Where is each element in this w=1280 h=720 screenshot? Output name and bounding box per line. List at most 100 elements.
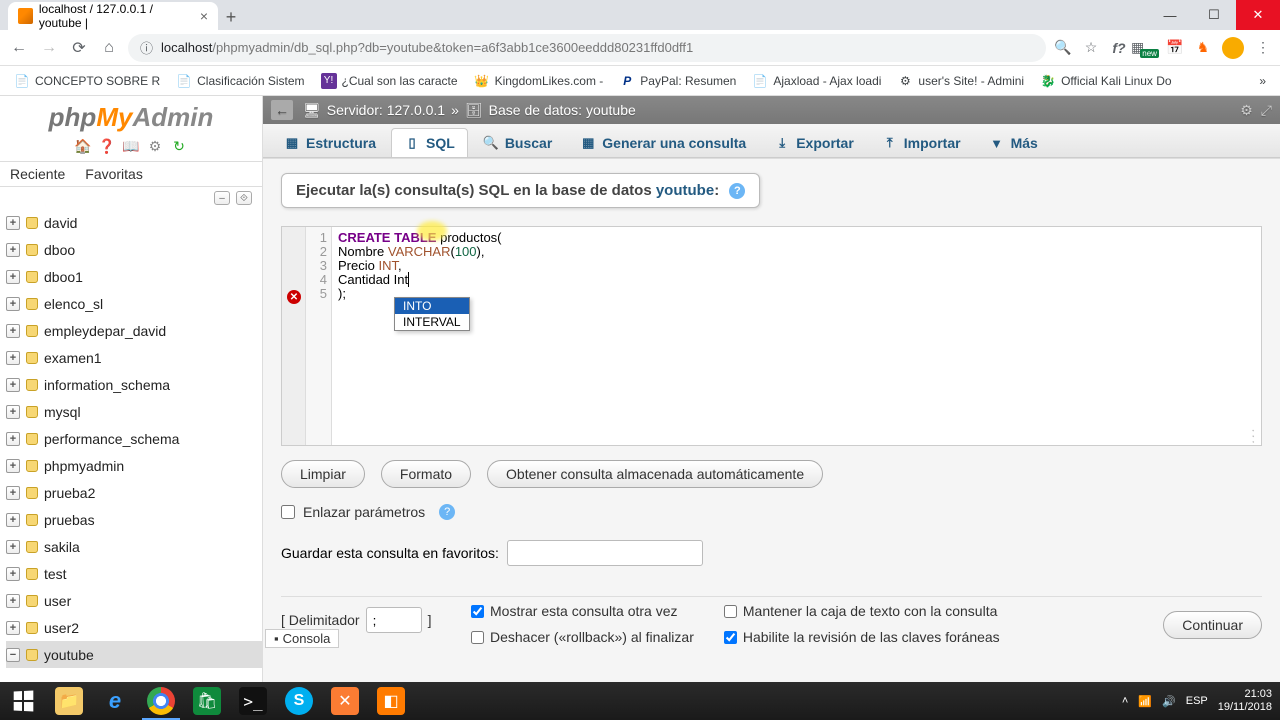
expand-toggle-icon[interactable]: +: [6, 243, 20, 257]
show-again-checkbox[interactable]: Mostrar esta consulta otra vez: [471, 603, 694, 619]
browser-tab[interactable]: localhost / 127.0.0.1 / youtube | ×: [8, 2, 218, 30]
db-tree-item[interactable]: +performance_schema: [6, 425, 262, 452]
continue-button[interactable]: Continuar: [1163, 611, 1262, 639]
zoom-icon[interactable]: 🔍: [1054, 39, 1072, 57]
window-close[interactable]: ✕: [1236, 0, 1280, 30]
tab-search[interactable]: 🔍Buscar: [470, 128, 565, 157]
tray-clock[interactable]: 21:03 19/11/2018: [1218, 688, 1272, 714]
bookmark-star-icon[interactable]: ☆: [1082, 39, 1100, 57]
taskbar-xampp[interactable]: ✕: [322, 682, 368, 720]
ext-fp-icon[interactable]: f?: [1110, 39, 1128, 57]
db-tree-item[interactable]: +test: [6, 560, 262, 587]
tab-sql[interactable]: ▯SQL: [391, 128, 468, 157]
logout-icon[interactable]: ❓: [98, 137, 116, 155]
profile-avatar[interactable]: [1222, 37, 1244, 59]
expand-toggle-icon[interactable]: −: [6, 648, 20, 662]
help-icon[interactable]: ?: [439, 504, 455, 520]
settings-icon[interactable]: ⚙: [146, 137, 164, 155]
tab-export[interactable]: ⤓Exportar: [761, 128, 867, 157]
expand-toggle-icon[interactable]: +: [6, 378, 20, 392]
db-tree-item[interactable]: +empleydepar_david: [6, 317, 262, 344]
save-fav-input[interactable]: [507, 540, 703, 566]
tab-structure[interactable]: ▦Estructura: [271, 128, 389, 157]
taskbar-skype[interactable]: S: [276, 682, 322, 720]
db-tree-item[interactable]: +pruebas: [6, 506, 262, 533]
db-tree-item[interactable]: +dboo: [6, 236, 262, 263]
expand-toggle-icon[interactable]: +: [6, 567, 20, 581]
db-tree-item[interactable]: +mysql: [6, 398, 262, 425]
reload-icon[interactable]: ↻: [170, 137, 188, 155]
link-icon[interactable]: ⟐: [236, 191, 252, 205]
home-button[interactable]: ⌂: [98, 37, 120, 59]
bookmarks-overflow-icon[interactable]: »: [1253, 74, 1272, 88]
expand-toggle-icon[interactable]: +: [6, 297, 20, 311]
expand-toggle-icon[interactable]: +: [6, 270, 20, 284]
breadcrumb-db[interactable]: Base de datos: youtube: [489, 102, 636, 118]
tab-recent[interactable]: Reciente: [0, 162, 75, 186]
expand-toggle-icon[interactable]: +: [6, 216, 20, 230]
tray-network-icon[interactable]: 📶: [1138, 695, 1152, 708]
home-icon[interactable]: 🏠: [74, 137, 92, 155]
db-tree-item[interactable]: +david: [6, 209, 262, 236]
help-icon[interactable]: ?: [729, 183, 745, 199]
kebab-menu-icon[interactable]: ⋮: [1254, 39, 1272, 57]
url-field[interactable]: ⓘ localhost/phpmyadmin/db_sql.php?db=you…: [128, 34, 1046, 62]
db-tree-item[interactable]: +sakila: [6, 533, 262, 560]
bookmark-item[interactable]: 📄CONCEPTO SOBRE R: [8, 68, 166, 94]
expand-toggle-icon[interactable]: +: [6, 540, 20, 554]
expand-toggle-icon[interactable]: +: [6, 432, 20, 446]
expand-toggle-icon[interactable]: +: [6, 405, 20, 419]
expand-toggle-icon[interactable]: +: [6, 513, 20, 527]
bookmark-item[interactable]: 📄Clasificación Sistem: [170, 68, 310, 94]
db-tree-item[interactable]: +phpmyadmin: [6, 452, 262, 479]
rollback-checkbox[interactable]: Deshacer («rollback») al finalizar: [471, 629, 694, 645]
taskbar-cmd[interactable]: >_: [230, 682, 276, 720]
tab-close-icon[interactable]: ×: [200, 8, 208, 24]
tab-query[interactable]: ▦Generar una consulta: [567, 128, 759, 157]
bookmark-item[interactable]: ⚙user's Site! - Admini: [891, 68, 1030, 94]
fk-check-checkbox[interactable]: Habilite la revisión de las claves forán…: [724, 629, 1000, 645]
keep-box-checkbox[interactable]: Mantener la caja de texto con la consult…: [724, 603, 1000, 619]
forward-button[interactable]: →: [38, 37, 60, 59]
collapse-all-icon[interactable]: –: [214, 191, 230, 205]
pma-logo[interactable]: phpMyAdmin: [0, 96, 262, 135]
site-info-icon[interactable]: ⓘ: [140, 38, 153, 57]
back-button[interactable]: ←: [8, 37, 30, 59]
format-button[interactable]: Formato: [381, 460, 471, 488]
tab-more[interactable]: ▼Más: [976, 128, 1051, 157]
autocomplete-option[interactable]: INTERVAL: [395, 314, 469, 330]
nav-back-icon[interactable]: ←: [271, 100, 293, 120]
expand-toggle-icon[interactable]: +: [6, 486, 20, 500]
expand-toggle-icon[interactable]: +: [6, 351, 20, 365]
start-button[interactable]: [0, 682, 46, 720]
db-tree-item[interactable]: +elenco_sl: [6, 290, 262, 317]
bind-params-checkbox[interactable]: [281, 505, 295, 519]
breadcrumb-server[interactable]: Servidor: 127.0.0.1: [327, 102, 445, 118]
expand-toggle-icon[interactable]: +: [6, 594, 20, 608]
console-toggle[interactable]: ▪ Consola: [265, 629, 339, 648]
tray-volume-icon[interactable]: 🔊: [1162, 695, 1176, 708]
expand-toggle-icon[interactable]: +: [6, 621, 20, 635]
panel-title-db-link[interactable]: youtube: [656, 182, 714, 199]
reload-button[interactable]: ⟳: [68, 37, 90, 59]
db-tree-item[interactable]: +information_schema: [6, 371, 262, 398]
tray-lang[interactable]: ESP: [1186, 695, 1208, 707]
taskbar-ie[interactable]: e: [92, 682, 138, 720]
ext-cal-icon[interactable]: 📅: [1166, 39, 1184, 57]
bookmark-item[interactable]: Y!¿Cual son las caracte: [315, 68, 464, 94]
bookmark-item[interactable]: 👑KingdomLikes.com -: [468, 68, 610, 94]
db-tree-item[interactable]: +prueba2: [6, 479, 262, 506]
autocomplete-popup[interactable]: INTOINTERVAL: [394, 297, 470, 331]
db-tree-item[interactable]: +examen1: [6, 344, 262, 371]
sql-editor[interactable]: ✕ 12345 INTOINTERVAL CREATE TABLE produc…: [281, 226, 1262, 446]
ext-orange-icon[interactable]: ♞: [1194, 39, 1212, 57]
docs-icon[interactable]: 📖: [122, 137, 140, 155]
taskbar-chrome[interactable]: [138, 682, 184, 720]
delimiter-input[interactable]: [366, 607, 422, 633]
db-tree-item[interactable]: +user: [6, 587, 262, 614]
gear-icon[interactable]: ⚙: [1240, 102, 1253, 119]
new-tab-button[interactable]: +: [218, 4, 244, 30]
tray-chevron-icon[interactable]: ˄: [1122, 695, 1128, 707]
restore-icon[interactable]: ⤢: [1261, 102, 1272, 119]
clear-button[interactable]: Limpiar: [281, 460, 365, 488]
